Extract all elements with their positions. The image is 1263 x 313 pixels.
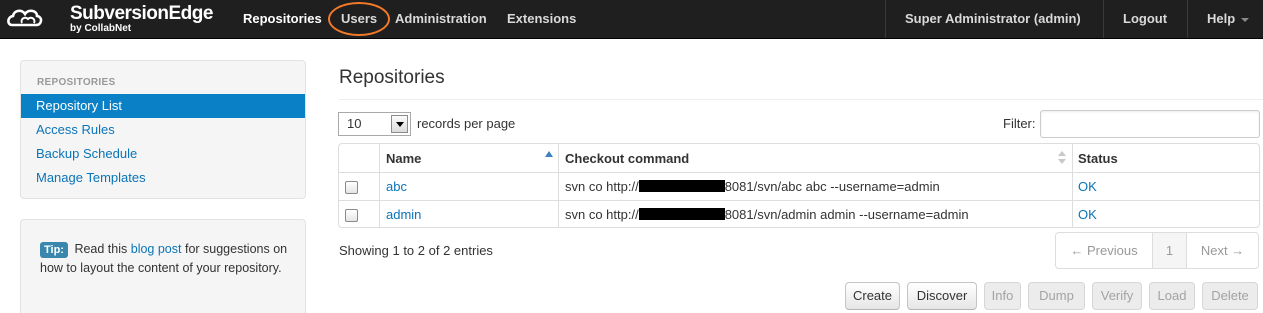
sidebar-nav: REPOSITORIES Repository List Access Rule…	[20, 60, 306, 199]
filter-input[interactable]	[1040, 110, 1260, 138]
load-button[interactable]: Load	[1149, 282, 1195, 310]
sort-both-icon[interactable]	[1058, 151, 1066, 165]
records-per-page-select[interactable]: 10	[338, 112, 411, 136]
title-divider	[339, 99, 1263, 100]
sidebar-item-manage-templates[interactable]: Manage Templates	[21, 166, 305, 190]
tip-text: Tip: Read this blog post for suggestions…	[40, 240, 290, 277]
dump-button[interactable]: Dump	[1028, 282, 1085, 310]
table-row: admin svn co http:// 8081/svn/admin admin…	[339, 200, 1259, 227]
sort-asc-icon[interactable]	[545, 151, 553, 157]
nav-help-label: Help	[1207, 11, 1236, 26]
column-header-status-label: Status	[1078, 150, 1118, 166]
row-checkbox[interactable]	[345, 181, 358, 194]
records-per-page-label: records per page	[417, 116, 516, 131]
nav-help[interactable]: Help	[1207, 0, 1250, 38]
delete-button[interactable]: Delete	[1202, 282, 1258, 310]
repositories-table: Name Checkout command Status abc svn co …	[338, 143, 1260, 228]
sidebar-header: REPOSITORIES	[37, 77, 116, 88]
select-arrow-icon[interactable]	[391, 115, 408, 133]
checkout-command-suffix: 8081/svn/admin admin --username=admin	[724, 206, 969, 222]
tip-blog-link[interactable]: blog post	[131, 242, 182, 256]
brand-name: SubversionEdge	[70, 3, 213, 24]
status-link[interactable]: OK	[1078, 201, 1097, 227]
nav-repositories[interactable]: Repositories	[243, 0, 322, 38]
repo-name-link[interactable]: admin	[386, 201, 421, 227]
nav-user-menu[interactable]: Super Administrator (admin)	[905, 0, 1081, 38]
collabnet-logo-icon	[7, 9, 43, 27]
page-title: Repositories	[339, 67, 445, 88]
sidebar-item-backup-schedule[interactable]: Backup Schedule	[21, 142, 305, 166]
discover-button[interactable]: Discover	[907, 282, 977, 310]
nav-divider	[1187, 0, 1188, 38]
records-per-page-value: 10	[347, 116, 362, 131]
create-button[interactable]: Create	[845, 282, 900, 310]
column-header-checkout-label: Checkout command	[565, 150, 690, 166]
redacted-hostname	[638, 207, 725, 220]
column-header-status[interactable]: Status	[1078, 144, 1248, 172]
tip-panel: Tip: Read this blog post for suggestions…	[20, 219, 306, 313]
column-header-checkout[interactable]: Checkout command	[565, 144, 1065, 172]
top-navbar: SubversionEdge by CollabNet Repositories…	[0, 0, 1263, 39]
tip-badge: Tip:	[40, 242, 68, 258]
redacted-hostname	[638, 180, 725, 192]
row-checkbox[interactable]	[345, 209, 358, 222]
checkout-command: svn co http:// 8081/svn/abc abc --usernam…	[565, 173, 940, 200]
nav-divider	[885, 0, 886, 38]
checkout-command-prefix: svn co http://	[565, 179, 639, 194]
nav-logout[interactable]: Logout	[1123, 0, 1167, 38]
pagination-previous[interactable]: ← Previous	[1056, 233, 1152, 268]
repo-name-link[interactable]: abc	[386, 173, 407, 200]
nav-extensions[interactable]: Extensions	[507, 0, 576, 38]
info-button[interactable]: Info	[984, 282, 1021, 310]
verify-button[interactable]: Verify	[1092, 282, 1142, 310]
checkout-command-prefix: svn co http://	[565, 206, 639, 222]
nav-administration[interactable]: Administration	[395, 0, 487, 38]
pagination-page-1[interactable]: 1	[1152, 233, 1186, 268]
sidebar-item-access-rules[interactable]: Access Rules	[21, 118, 305, 142]
nav-users[interactable]: Users	[341, 0, 377, 38]
table-info: Showing 1 to 2 of 2 entries	[339, 243, 493, 258]
tip-text-before: Read this	[74, 242, 128, 256]
pagination-next[interactable]: Next →	[1186, 233, 1258, 268]
nav-divider	[1103, 0, 1104, 38]
brand-byline: by CollabNet	[70, 23, 132, 34]
checkout-command-suffix: 8081/svn/abc abc --username=admin	[724, 179, 940, 194]
status-link[interactable]: OK	[1078, 173, 1097, 200]
filter-label: Filter:	[1003, 116, 1036, 131]
sidebar-item-repository-list[interactable]: Repository List	[21, 94, 305, 118]
column-header-name[interactable]: Name	[386, 144, 556, 172]
table-row: abc svn co http:// 8081/svn/abc abc --use…	[339, 172, 1259, 200]
caret-down-icon	[1241, 17, 1250, 22]
table-header-row: Name Checkout command Status	[339, 144, 1259, 172]
pagination: ← Previous 1 Next →	[1055, 232, 1259, 269]
column-header-name-label: Name	[386, 150, 422, 166]
checkout-command: svn co http:// 8081/svn/admin admin --use…	[565, 201, 969, 227]
